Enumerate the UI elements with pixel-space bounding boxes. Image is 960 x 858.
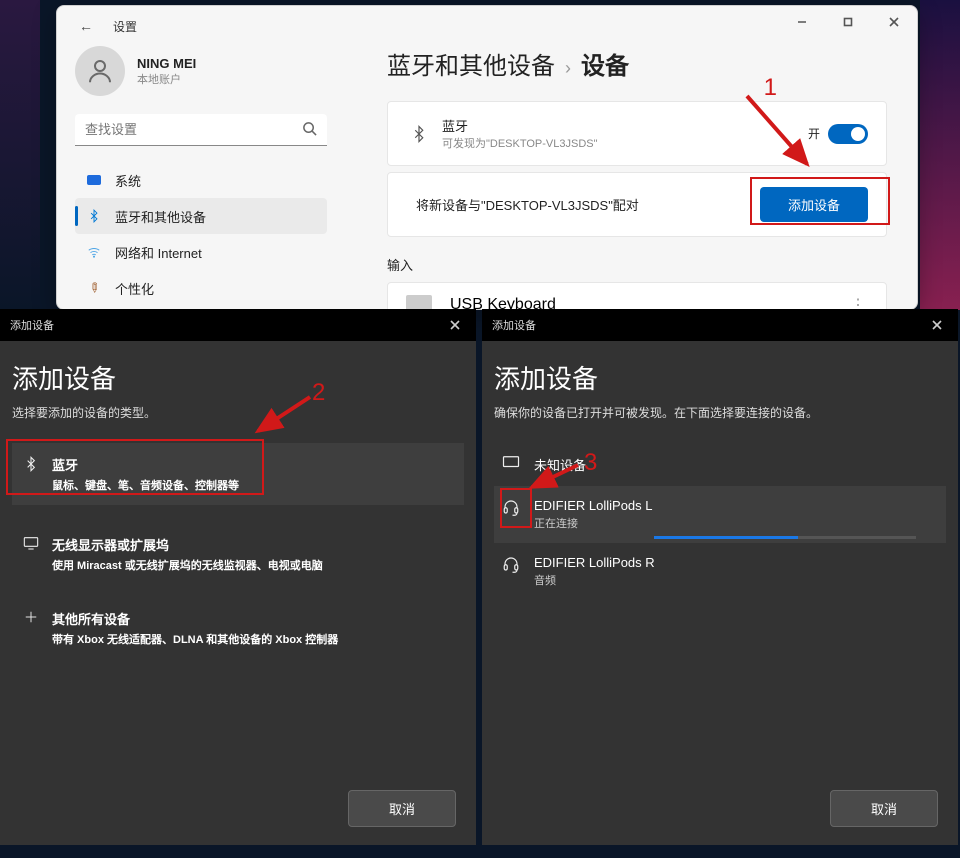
breadcrumb: 蓝牙和其他设备 › 设备 [387,46,887,81]
user-name: NING MEI [137,56,196,71]
nav-label: 个性化 [115,279,154,298]
bluetooth-toggle-card: 蓝牙 可发现为"DESKTOP-VL3JSDS" 开 [387,101,887,166]
search-box[interactable] [75,114,327,146]
breadcrumb-parent[interactable]: 蓝牙和其他设备 [387,46,555,81]
pair-device-card: 将新设备与"DESKTOP-VL3JSDS"配对 添加设备 [387,172,887,237]
avatar-icon [75,46,125,96]
settings-window: ← 设置 NING MEI 本地账户 [56,5,918,310]
option-wireless-display[interactable]: 无线显示器或扩展坞 使用 Miracast 或无线扩展坞的无线监视器、电视或电脑 [12,523,464,585]
minimize-button[interactable] [779,6,825,38]
dialog-titlebar-text: 添加设备 [492,317,536,333]
user-account-type: 本地账户 [137,71,196,87]
dialog-titlebar: 添加设备 [0,309,476,341]
option-title: 蓝牙 [52,455,239,474]
close-button[interactable] [871,6,917,38]
section-heading-input: 输入 [387,255,887,274]
nav-personalize[interactable]: ✎ 个性化 [75,270,327,306]
wifi-icon [85,245,103,259]
device-name: 未知设备 [534,455,586,474]
option-desc: 带有 Xbox 无线适配器、DLNA 和其他设备的 Xbox 控制器 [52,631,338,647]
device-name: EDIFIER LolliPods L [534,498,938,513]
device-lollipods-l[interactable]: EDIFIER LolliPods L 正在连接 [494,486,946,543]
device-name: EDIFIER LolliPods R [534,555,655,570]
more-icon[interactable]: ⋮ [850,295,868,310]
dialog-close-button[interactable] [434,309,476,341]
user-block[interactable]: NING MEI 本地账户 [75,46,357,96]
device-status: 正在连接 [534,515,938,531]
breadcrumb-current: 设备 [581,46,629,81]
chevron-right-icon: › [565,58,571,79]
option-bluetooth[interactable]: 蓝牙 鼠标、键盘、笔、音频设备、控制器等 [12,443,464,505]
nav-list: 系统 蓝牙和其他设备 网络和 Internet ✎ 个性化 [75,162,357,306]
dialog-titlebar: 添加设备 [482,309,958,341]
sidebar: NING MEI 本地账户 系统 蓝牙和其他设备 网络和 Internet ✎ 个… [57,46,357,309]
add-device-dialog-type: 添加设备 添加设备 选择要添加的设备的类型。 蓝牙 鼠标、键盘、笔、音频设备、控… [0,309,476,845]
nav-label: 蓝牙和其他设备 [115,207,206,226]
cancel-button[interactable]: 取消 [830,790,938,827]
keyboard-icon [406,295,432,310]
bluetooth-icon [406,125,432,143]
cancel-button[interactable]: 取消 [348,790,456,827]
main-pane: 蓝牙和其他设备 › 设备 蓝牙 可发现为"DESKTOP-VL3JSDS" 开 … [357,46,917,309]
nav-network[interactable]: 网络和 Internet [75,234,327,270]
device-row-usb-keyboard[interactable]: USB Keyboard ⋮ [387,282,887,310]
dialog-close-button[interactable] [916,309,958,341]
device-lollipods-r[interactable]: EDIFIER LolliPods R 音频 [494,543,946,600]
brush-icon: ✎ [82,276,106,300]
dialog-heading: 添加设备 [494,359,946,396]
dialog-subheading: 选择要添加的设备的类型。 [12,404,464,421]
device-icon [502,455,524,474]
pair-text: 将新设备与"DESKTOP-VL3JSDS"配对 [416,195,760,214]
option-desc: 鼠标、键盘、笔、音频设备、控制器等 [52,477,239,493]
nav-label: 网络和 Internet [115,243,202,262]
add-device-dialog-select: 添加设备 添加设备 确保你的设备已打开并可被发现。在下面选择要连接的设备。 未知… [482,309,958,845]
option-other-devices[interactable]: 其他所有设备 带有 Xbox 无线适配器、DLNA 和其他设备的 Xbox 控制… [12,597,464,659]
add-device-button[interactable]: 添加设备 [760,187,868,222]
window-title: 设置 [113,18,137,35]
dialog-subheading: 确保你的设备已打开并可被发现。在下面选择要连接的设备。 [494,404,946,421]
option-title: 其他所有设备 [52,609,338,628]
maximize-button[interactable] [825,6,871,38]
device-name: USB Keyboard [450,296,850,310]
nav-label: 系统 [115,171,141,190]
headset-icon [502,498,524,521]
back-button[interactable]: ← [75,16,97,36]
device-status: 音频 [534,572,655,588]
device-unknown[interactable]: 未知设备 [494,443,946,486]
display-icon [87,175,101,185]
card-title: 蓝牙 [442,116,808,135]
annotation-1-label: 1 [764,74,777,102]
search-input[interactable] [75,114,327,146]
display-icon [20,535,42,550]
nav-system[interactable]: 系统 [75,162,327,198]
annotation-2-label: 2 [312,379,325,407]
bluetooth-toggle[interactable] [828,124,868,144]
annotation-3-label: 3 [584,449,597,477]
option-title: 无线显示器或扩展坞 [52,535,323,554]
toggle-state-label: 开 [808,125,820,142]
option-desc: 使用 Miracast 或无线扩展坞的无线监视器、电视或电脑 [52,557,323,573]
headset-icon [502,555,524,578]
connecting-progress [654,536,916,539]
nav-bluetooth[interactable]: 蓝牙和其他设备 [75,198,327,234]
dialog-heading: 添加设备 [12,359,464,396]
search-icon [302,121,317,141]
bluetooth-icon [20,455,42,472]
card-subtitle: 可发现为"DESKTOP-VL3JSDS" [442,135,808,151]
titlebar: ← 设置 [57,6,917,46]
dialog-titlebar-text: 添加设备 [10,317,54,333]
plus-icon [20,609,42,624]
bluetooth-icon [85,209,103,223]
